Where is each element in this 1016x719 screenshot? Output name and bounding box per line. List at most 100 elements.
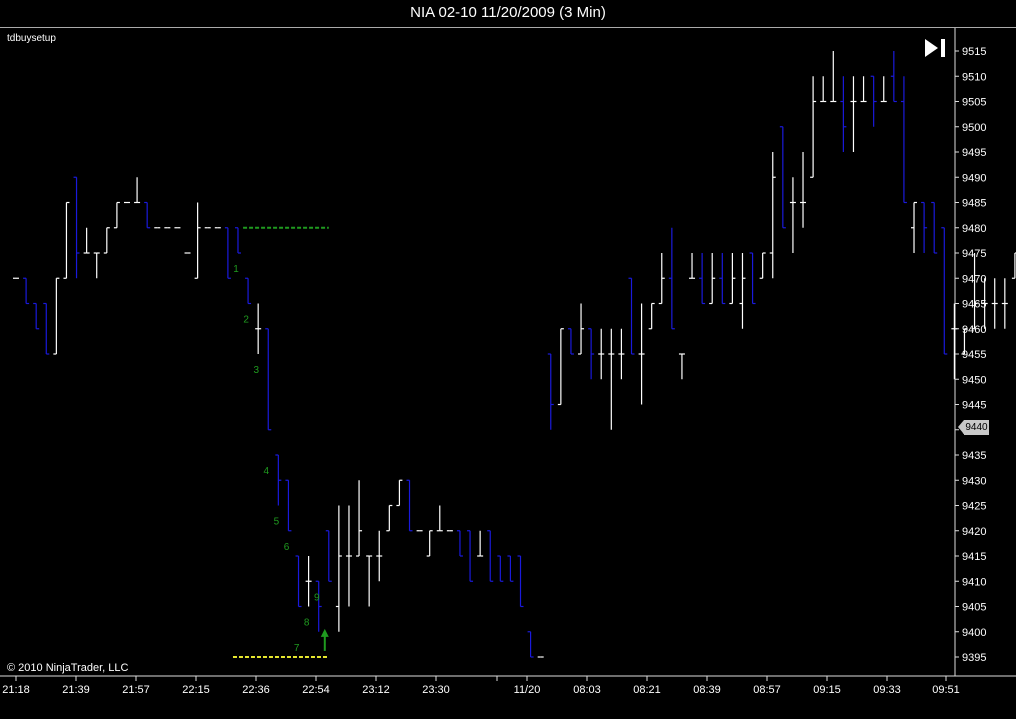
ohlc-bar xyxy=(325,530,332,582)
ohlc-bar xyxy=(830,51,837,103)
ohlc-bar xyxy=(689,253,696,279)
y-tick-label: 9435 xyxy=(962,450,986,462)
y-tick-label: 9470 xyxy=(962,273,986,285)
ohlc-bar xyxy=(245,277,252,305)
ohlc-bar xyxy=(931,201,938,254)
ohlc-bar xyxy=(779,126,786,229)
ohlc-bar xyxy=(255,303,262,354)
ohlc-bar xyxy=(487,530,494,582)
ohlc-bar xyxy=(880,76,887,103)
y-tick-label: 9490 xyxy=(962,172,986,184)
signal-markers xyxy=(320,628,329,651)
ohlc-bar xyxy=(477,530,484,557)
x-tick-label: 22:36 xyxy=(242,684,270,696)
ohlc-bar xyxy=(971,253,978,330)
ohlc-bar xyxy=(547,353,554,430)
ohlc-bar xyxy=(709,253,716,305)
ohlc-bar xyxy=(366,555,373,607)
setup-count-label: 3 xyxy=(253,365,259,376)
ohlc-bar xyxy=(598,328,605,380)
skip-to-end-icon[interactable] xyxy=(923,36,949,60)
x-axis-ticks: 21:18 21:39 21:57 22:15 22:36 22:54 23:12 23:30… xyxy=(2,676,960,696)
y-tick-label: 9505 xyxy=(962,97,986,109)
ohlc-bar xyxy=(315,580,322,632)
x-tick-label: 08:03 xyxy=(573,684,601,696)
y-tick-label: 9500 xyxy=(962,122,986,134)
y-tick-label: 9465 xyxy=(962,299,986,311)
y-tick-label: 9425 xyxy=(962,501,986,513)
ohlc-bar xyxy=(678,353,685,380)
ohlc-bar xyxy=(345,505,352,607)
ohlc-bar xyxy=(719,253,726,305)
y-tick-label: 9450 xyxy=(962,374,986,386)
ohlc-bar xyxy=(921,201,928,253)
ohlc-bar xyxy=(840,76,847,152)
x-tick-label: 23:12 xyxy=(362,684,390,696)
ohlc-bar xyxy=(890,51,897,103)
x-tick-label: 22:15 xyxy=(182,684,210,696)
ohlc-bar xyxy=(658,253,665,305)
y-tick-label: 9480 xyxy=(962,223,986,235)
ohlc-bar xyxy=(911,201,918,253)
ohlc-bar xyxy=(608,328,615,430)
ohlc-bar xyxy=(769,152,776,279)
ohlc-bar xyxy=(739,253,746,329)
ohlc-bar xyxy=(578,303,585,355)
ohlc-bar xyxy=(456,530,463,557)
ohlc-bar xyxy=(1011,252,1016,279)
ohlc-bar xyxy=(588,328,595,380)
ohlc-bar xyxy=(941,227,948,355)
ohlc-bar xyxy=(73,176,80,279)
x-tick-label: 08:21 xyxy=(633,684,661,696)
ohlc-bar xyxy=(729,253,736,305)
y-tick-label: 9475 xyxy=(962,248,986,260)
y-tick-label: 9460 xyxy=(962,324,986,336)
arrow-head xyxy=(320,628,329,637)
y-tick-label: 9455 xyxy=(962,349,986,361)
ohlc-bar xyxy=(467,530,474,582)
buy-arrow-icon xyxy=(320,628,329,651)
ohlc-bar xyxy=(668,227,675,330)
ohlc-bar xyxy=(134,177,141,204)
ohlc-bar xyxy=(749,252,756,305)
setup-count-label: 8 xyxy=(304,618,310,629)
ohlc-bar xyxy=(23,277,30,305)
ohlc-bar xyxy=(567,328,574,355)
x-tick-label: 21:18 xyxy=(2,684,30,696)
ohlc-bar xyxy=(275,454,282,506)
ohlc-bar xyxy=(356,480,363,557)
x-tick-label: 11/20 xyxy=(514,684,541,696)
x-tick-label: 09:33 xyxy=(873,684,901,696)
ohlc-bar xyxy=(638,303,645,405)
ohlc-bar xyxy=(295,555,302,608)
x-tick-label: 23:30 xyxy=(422,684,450,696)
y-tick-label: 9410 xyxy=(962,576,986,588)
x-tick-label: 08:57 xyxy=(753,684,781,696)
setup-count-label: 5 xyxy=(274,517,280,528)
ohlc-bar xyxy=(648,302,655,330)
ohlc-bar xyxy=(951,303,958,380)
price-bars xyxy=(13,51,1016,658)
x-tick-label: 09:15 xyxy=(813,684,841,696)
ohlc-bar xyxy=(789,177,796,253)
y-axis-ticks: 9395 9400 9405 9410 9415 9420 9425 9430 9435 9440… xyxy=(955,46,986,664)
ohlc-bar xyxy=(53,277,60,355)
x-tick-label: 21:39 xyxy=(62,684,90,696)
copyright-notice: © 2010 NinjaTrader, LLC xyxy=(7,662,129,674)
ohlc-bar xyxy=(386,504,393,532)
y-tick-label: 9495 xyxy=(962,147,986,159)
ohlc-bar xyxy=(1001,278,1008,329)
ohlc-bar xyxy=(33,302,40,330)
last-price-marker: 9440 xyxy=(958,420,989,435)
setup-count-label: 4 xyxy=(264,466,270,477)
ohlc-bar xyxy=(335,505,342,632)
y-tick-label: 9430 xyxy=(962,475,986,487)
ohlc-bar xyxy=(900,76,907,204)
x-tick-label: 21:57 xyxy=(122,684,150,696)
y-tick-label: 9515 xyxy=(962,46,986,58)
ohlc-bar xyxy=(63,201,70,279)
ohlc-bar xyxy=(144,201,151,229)
ohlc-chart[interactable]: 1 2 3 4 5 6 7 8 9 9395 9400 9405 9410 9415 9420 9425 94… xyxy=(0,0,1016,719)
ohlc-bar xyxy=(628,277,635,355)
ohlc-bar xyxy=(860,76,867,103)
